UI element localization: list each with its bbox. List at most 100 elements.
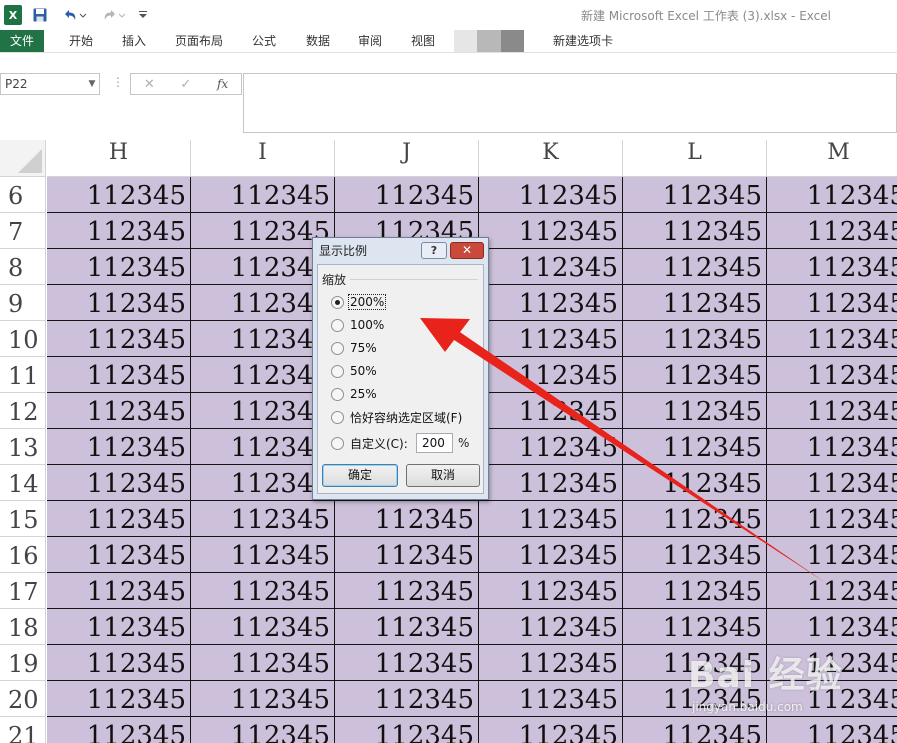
row-header[interactable]: 12 <box>0 393 46 429</box>
customize-qat-icon[interactable] <box>136 5 150 25</box>
table-cell[interactable]: 112345 <box>47 717 191 743</box>
table-cell[interactable]: 112345 <box>191 177 335 213</box>
table-cell[interactable]: 112345 <box>623 393 767 429</box>
tab-insert[interactable]: 插入 <box>112 30 156 52</box>
radio-icon[interactable] <box>331 318 344 332</box>
cancel-button[interactable]: 取消 <box>406 464 480 487</box>
table-cell[interactable]: 112345 <box>47 213 191 249</box>
table-cell[interactable]: 112345 <box>335 645 479 681</box>
table-cell[interactable]: 112345 <box>623 429 767 465</box>
radio-icon[interactable] <box>331 295 344 309</box>
tab-file[interactable]: 文件 <box>0 30 44 52</box>
table-cell[interactable]: 112345 <box>479 573 623 609</box>
table-cell[interactable]: 112345 <box>191 501 335 537</box>
zoom-option-50[interactable]: 50% <box>331 362 378 380</box>
table-cell[interactable]: 112345 <box>47 465 191 501</box>
table-cell[interactable]: 112345 <box>479 357 623 393</box>
table-cell[interactable]: 112345 <box>479 717 623 743</box>
table-cell[interactable]: 112345 <box>767 609 897 645</box>
table-cell[interactable]: 112345 <box>767 393 897 429</box>
table-cell[interactable]: 112345 <box>767 573 897 609</box>
table-cell[interactable]: 112345 <box>623 465 767 501</box>
column-header[interactable]: J <box>335 140 479 177</box>
zoom-option-custom[interactable]: 自定义(C): <box>331 434 409 452</box>
table-cell[interactable]: 112345 <box>335 573 479 609</box>
table-cell[interactable]: 112345 <box>47 177 191 213</box>
table-cell[interactable]: 112345 <box>335 681 479 717</box>
help-button[interactable]: ? <box>421 242 447 259</box>
table-cell[interactable]: 112345 <box>191 537 335 573</box>
table-cell[interactable]: 112345 <box>479 393 623 429</box>
table-cell[interactable]: 112345 <box>767 501 897 537</box>
table-cell[interactable]: 112345 <box>47 681 191 717</box>
insert-function-icon[interactable]: fx <box>217 77 228 91</box>
table-cell[interactable]: 112345 <box>767 357 897 393</box>
table-cell[interactable]: 112345 <box>767 717 897 743</box>
tab-formulas[interactable]: 公式 <box>242 30 286 52</box>
row-header[interactable]: 15 <box>0 501 46 537</box>
table-cell[interactable]: 112345 <box>767 465 897 501</box>
table-cell[interactable]: 112345 <box>191 573 335 609</box>
row-header[interactable]: 18 <box>0 609 46 645</box>
dialog-title-bar[interactable]: 显示比例 ? ✕ <box>313 238 488 262</box>
table-cell[interactable]: 112345 <box>623 249 767 285</box>
row-header[interactable]: 16 <box>0 537 46 573</box>
column-header[interactable]: K <box>479 140 623 177</box>
table-cell[interactable]: 112345 <box>479 285 623 321</box>
radio-icon[interactable] <box>331 410 344 424</box>
table-cell[interactable]: 112345 <box>191 717 335 743</box>
table-cell[interactable]: 112345 <box>767 285 897 321</box>
table-cell[interactable]: 112345 <box>479 177 623 213</box>
table-cell[interactable]: 112345 <box>191 609 335 645</box>
table-cell[interactable]: 112345 <box>479 249 623 285</box>
table-cell[interactable]: 112345 <box>47 429 191 465</box>
tab-home[interactable]: 开始 <box>58 30 104 52</box>
enter-icon[interactable]: ✓ <box>180 77 191 92</box>
table-cell[interactable]: 112345 <box>623 177 767 213</box>
table-cell[interactable]: 112345 <box>47 501 191 537</box>
custom-zoom-input[interactable] <box>416 433 453 453</box>
zoom-option-fit-selection[interactable]: 恰好容纳选定区域(F) <box>331 408 463 426</box>
table-cell[interactable]: 112345 <box>335 717 479 743</box>
table-cell[interactable]: 112345 <box>47 285 191 321</box>
radio-icon[interactable] <box>331 436 344 450</box>
row-header[interactable]: 21 <box>0 717 46 743</box>
table-cell[interactable]: 112345 <box>479 501 623 537</box>
table-cell[interactable]: 112345 <box>479 537 623 573</box>
tab-review[interactable]: 审阅 <box>348 30 392 52</box>
row-header[interactable]: 19 <box>0 645 46 681</box>
row-header[interactable]: 10 <box>0 321 46 357</box>
save-icon[interactable] <box>32 5 48 25</box>
zoom-option-200[interactable]: 200% <box>331 293 387 311</box>
row-header[interactable]: 17 <box>0 573 46 609</box>
table-cell[interactable]: 112345 <box>767 537 897 573</box>
tab-data[interactable]: 数据 <box>296 30 340 52</box>
table-cell[interactable]: 112345 <box>623 357 767 393</box>
table-cell[interactable]: 112345 <box>479 465 623 501</box>
row-header[interactable]: 11 <box>0 357 46 393</box>
table-cell[interactable]: 112345 <box>767 249 897 285</box>
zoom-option-75[interactable]: 75% <box>331 339 378 357</box>
table-cell[interactable]: 112345 <box>335 609 479 645</box>
table-cell[interactable]: 112345 <box>47 393 191 429</box>
radio-icon[interactable] <box>331 364 344 378</box>
table-cell[interactable]: 112345 <box>47 537 191 573</box>
table-cell[interactable]: 112345 <box>191 681 335 717</box>
column-header[interactable]: L <box>623 140 767 177</box>
column-header[interactable]: M <box>767 140 897 177</box>
table-cell[interactable]: 112345 <box>479 645 623 681</box>
table-cell[interactable]: 112345 <box>767 429 897 465</box>
row-header[interactable]: 7 <box>0 213 46 249</box>
zoom-option-100[interactable]: 100% <box>331 316 385 334</box>
table-cell[interactable]: 112345 <box>767 645 897 681</box>
table-cell[interactable]: 112345 <box>335 501 479 537</box>
table-cell[interactable]: 112345 <box>623 537 767 573</box>
table-cell[interactable]: 112345 <box>767 321 897 357</box>
row-header[interactable]: 20 <box>0 681 46 717</box>
table-cell[interactable]: 112345 <box>623 681 767 717</box>
undo-icon[interactable] <box>60 5 88 25</box>
row-header[interactable]: 13 <box>0 429 46 465</box>
table-cell[interactable]: 112345 <box>623 609 767 645</box>
table-cell[interactable]: 112345 <box>623 645 767 681</box>
radio-icon[interactable] <box>331 341 344 355</box>
